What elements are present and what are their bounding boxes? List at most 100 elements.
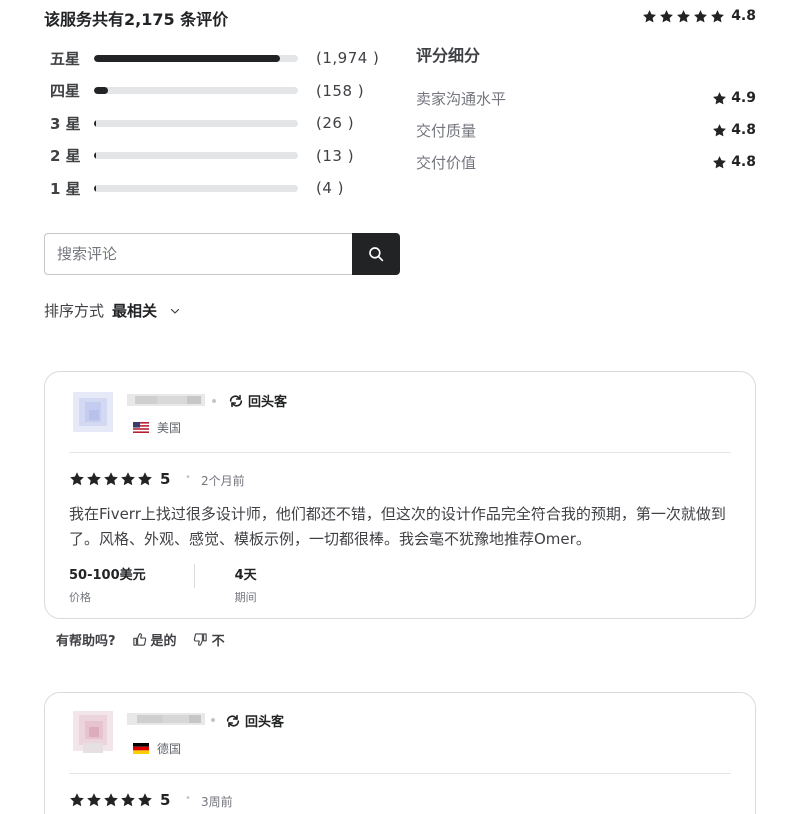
star-icon	[69, 792, 85, 808]
overall-rating: 4.8	[642, 8, 756, 24]
histogram-row-1[interactable]: 1 星 (4 )	[50, 172, 390, 205]
rating-histogram: 五星 (1,974 ) 四星 (158 ) 3 星 (26 ) 2 星 (13 …	[50, 42, 390, 205]
breakdown-row: 交付质量 4.8	[416, 114, 756, 146]
price-info: 50-100美元 价格	[69, 564, 146, 605]
review-text: 我在Fiverr上找过很多设计师，他们都还不错，但这次的设计作品完全符合我的预期…	[69, 505, 726, 548]
breakdown-label: 交付质量	[416, 121, 477, 140]
breakdown-row: 卖家沟通水平 4.9	[416, 82, 756, 114]
histogram-label: 3 星	[50, 114, 81, 133]
duration-info: 4天 期间	[235, 564, 257, 605]
histogram-fill	[94, 184, 97, 192]
breakdown-row: 交付价值 4.8	[416, 146, 756, 178]
star-icon	[69, 471, 85, 487]
histogram-fill	[94, 119, 97, 127]
price-value: 50-100美元	[69, 568, 146, 583]
histogram-track	[94, 119, 298, 127]
star-icon	[86, 792, 102, 808]
overall-rating-value: 4.8	[731, 8, 756, 24]
histogram-row-4[interactable]: 四星 (158 )	[50, 75, 390, 108]
thumbs-down-icon	[193, 632, 208, 647]
repeat-client-label: 回头客	[245, 715, 285, 730]
histogram-row-2[interactable]: 2 星 (13 )	[50, 140, 390, 173]
repeat-icon	[228, 393, 244, 409]
sort-label: 排序方式	[44, 302, 105, 320]
rating-breakdown: 评分细分 卖家沟通水平 4.9 交付质量 4.8 交付价值 4.8	[416, 40, 756, 178]
review-rating: 5	[69, 791, 170, 809]
review-card: 回头客 美国 5 • 2个月前 我在Fiverr上找过很多设计师，他们都还不错，…	[44, 371, 756, 619]
username-blurred[interactable]	[127, 711, 205, 727]
repeat-client-badge: 回头客	[225, 711, 284, 730]
breakdown-value: 4.8	[731, 122, 756, 138]
helpful-no-button[interactable]: 不	[193, 630, 225, 649]
review-meta: 50-100美元 价格 4天 期间	[69, 564, 257, 605]
star-icon	[712, 155, 727, 170]
histogram-count: (158 )	[316, 81, 365, 100]
meta-divider	[193, 564, 195, 588]
star-icon	[120, 471, 136, 487]
histogram-row-5[interactable]: 五星 (1,974 )	[50, 42, 390, 75]
country-name: 德国	[157, 742, 182, 756]
avatar[interactable]	[65, 384, 121, 440]
histogram-label: 五星	[50, 49, 81, 68]
histogram-label: 四星	[50, 82, 81, 101]
review-search	[44, 233, 400, 275]
review-rating: 5	[69, 470, 170, 488]
histogram-track	[94, 184, 298, 192]
us-flag-icon	[133, 422, 149, 433]
helpful-yes-button[interactable]: 是的	[132, 630, 177, 649]
breakdown-label: 卖家沟通水平	[416, 89, 507, 108]
repeat-icon	[225, 713, 241, 729]
histogram-track	[94, 87, 298, 95]
review-rating-value: 5	[160, 791, 171, 809]
histogram-label: 1 星	[50, 179, 81, 198]
star-icon	[120, 792, 136, 808]
reviewer-country: 美国	[133, 419, 181, 436]
breakdown-label: 交付价值	[416, 153, 477, 172]
duration-label: 期间	[234, 591, 257, 604]
star-icon	[676, 9, 691, 24]
reviewer-country: 德国	[133, 740, 181, 757]
sort-control[interactable]: 排序方式 最相关	[44, 300, 181, 321]
helpful-yes-label: 是的	[150, 634, 177, 649]
star-icon	[712, 123, 727, 138]
histogram-row-3[interactable]: 3 星 (26 )	[50, 107, 390, 140]
histogram-fill	[94, 54, 280, 62]
divider	[69, 773, 731, 774]
review-card: 回头客 德国 5 • 3周前	[44, 692, 756, 814]
histogram-label: 2 星	[50, 147, 81, 166]
review-time: 2个月前	[201, 474, 245, 488]
thumbs-up-icon	[132, 632, 147, 647]
histogram-count: (26 )	[316, 114, 355, 133]
search-button[interactable]	[352, 233, 400, 275]
repeat-client-label: 回头客	[248, 395, 288, 410]
chevron-down-icon	[165, 305, 181, 317]
separator-dot: •	[185, 793, 191, 804]
country-name: 美国	[157, 421, 182, 435]
de-flag-icon	[133, 743, 149, 754]
helpful-question: 有帮助吗?	[56, 634, 116, 649]
separator-dot	[212, 399, 216, 403]
star-icon	[137, 792, 153, 808]
star-icon	[710, 9, 725, 24]
star-icon	[103, 792, 119, 808]
search-input[interactable]	[44, 233, 352, 275]
duration-value: 4天	[234, 568, 257, 583]
breakdown-value: 4.9	[731, 90, 756, 106]
search-icon	[367, 245, 385, 263]
star-icon	[103, 471, 119, 487]
histogram-track	[94, 152, 298, 160]
review-time: 3周前	[201, 795, 233, 809]
histogram-fill	[94, 87, 109, 95]
star-icon	[642, 9, 657, 24]
star-icon	[86, 471, 102, 487]
histogram-count: (1,974 )	[316, 49, 380, 68]
reviews-summary-title: 该服务共有2,175 条评价	[44, 10, 229, 29]
breakdown-title: 评分细分	[416, 46, 481, 65]
separator-dot	[211, 718, 215, 722]
review-rating-value: 5	[160, 470, 171, 488]
star-icon	[712, 91, 727, 106]
star-icon	[693, 9, 708, 24]
breakdown-value: 4.8	[731, 154, 756, 170]
username-blurred[interactable]	[127, 392, 205, 408]
avatar[interactable]	[65, 703, 121, 759]
